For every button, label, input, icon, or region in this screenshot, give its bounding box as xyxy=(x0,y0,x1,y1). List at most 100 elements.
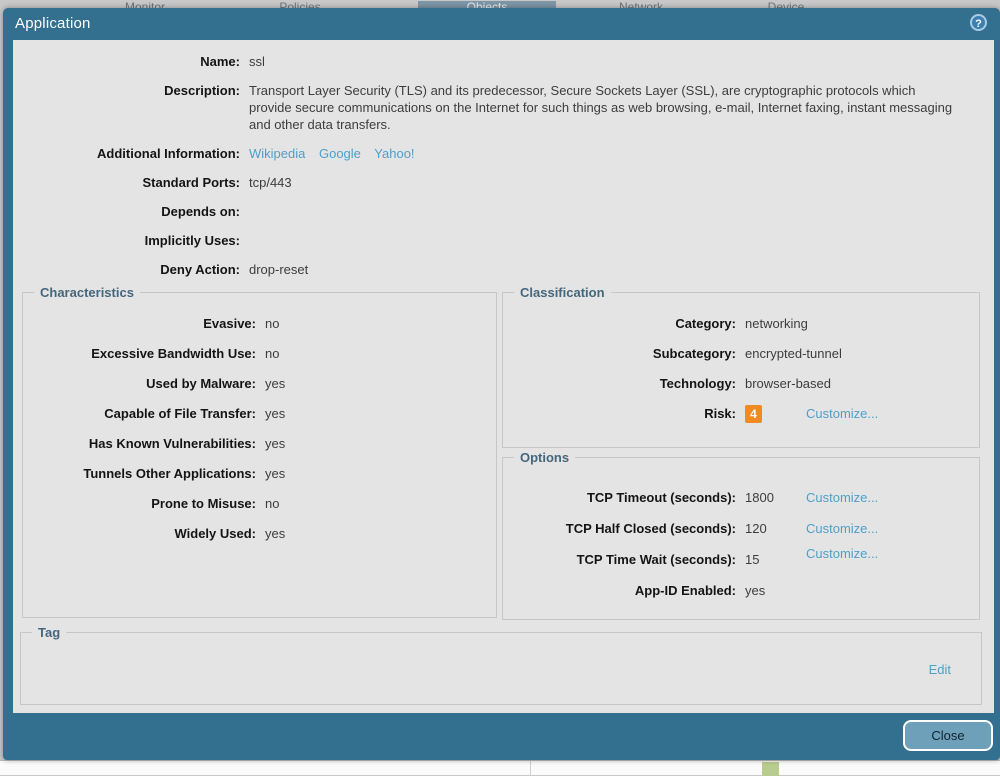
technology-value: browser-based xyxy=(745,376,831,391)
field-row-known-vulnerabilities: Has Known Vulnerabilities: yes xyxy=(23,435,496,453)
dialog-title: Application xyxy=(15,15,91,32)
tag-legend: Tag xyxy=(32,624,67,641)
tcp-timeout-value: 1800 xyxy=(745,490,774,505)
known-vulnerabilities-value: yes xyxy=(265,436,286,451)
tcp-time-wait-customize-link[interactable]: Customize... xyxy=(806,545,878,563)
field-row-technology: Technology: browser-based xyxy=(503,375,979,393)
google-link[interactable]: Google xyxy=(319,146,361,161)
background-tab-objects: Objects xyxy=(418,1,556,8)
risk-customize-link[interactable]: Customize... xyxy=(806,405,878,423)
widely-used-value: yes xyxy=(265,526,286,541)
subcategory-value: encrypted-tunnel xyxy=(745,346,842,361)
standard-ports-label: Standard Ports: xyxy=(142,175,240,190)
widely-used-label: Widely Used: xyxy=(174,526,256,541)
dialog-footer: Close xyxy=(3,713,1000,760)
risk-badge: 4 xyxy=(745,405,762,423)
tunnels-other-apps-value: yes xyxy=(265,466,286,481)
classification-legend: Classification xyxy=(514,284,611,301)
tcp-time-wait-label: TCP Time Wait (seconds): xyxy=(576,552,736,567)
close-button[interactable]: Close xyxy=(903,720,993,751)
description-label: Description: xyxy=(164,83,240,98)
wikipedia-link[interactable]: Wikipedia xyxy=(249,146,305,161)
options-legend: Options xyxy=(514,449,576,466)
deny-action-value: drop-reset xyxy=(249,262,309,277)
field-row-file-transfer: Capable of File Transfer: yes xyxy=(23,405,496,423)
field-row-widely-used: Widely Used: yes xyxy=(23,525,496,543)
tcp-half-closed-value: 120 xyxy=(745,521,767,536)
risk-label: Risk: xyxy=(704,406,736,421)
depends-on-label: Depends on: xyxy=(161,204,240,219)
field-row-subcategory: Subcategory: encrypted-tunnel xyxy=(503,345,979,363)
used-by-malware-value: yes xyxy=(265,376,286,391)
field-row-risk: Risk: 4 Customize... xyxy=(503,405,979,423)
field-row-depends-on: Depends on: xyxy=(13,203,994,220)
yahoo-link[interactable]: Yahoo! xyxy=(374,146,414,161)
file-transfer-value: yes xyxy=(265,406,286,421)
tcp-half-closed-customize-link[interactable]: Customize... xyxy=(806,520,878,538)
used-by-malware-label: Used by Malware: xyxy=(146,376,256,391)
background-tab-network: Network xyxy=(618,0,663,9)
technology-label: Technology: xyxy=(659,376,736,391)
evasive-value: no xyxy=(265,316,280,331)
app-id-enabled-label: App-ID Enabled: xyxy=(634,583,736,598)
excessive-bandwidth-value: no xyxy=(265,346,280,361)
prone-to-misuse-value: no xyxy=(265,496,280,511)
category-value: networking xyxy=(745,316,808,331)
background-green-cell xyxy=(762,762,779,776)
background-tab-strip: Monitor Policies Objects Network Device xyxy=(0,0,1000,8)
app-id-enabled-value: yes xyxy=(745,583,766,598)
tag-group: Tag Edit xyxy=(20,624,982,705)
known-vulnerabilities-label: Has Known Vulnerabilities: xyxy=(88,436,256,451)
tunnels-other-apps-label: Tunnels Other Applications: xyxy=(83,466,256,481)
options-group: Options TCP Timeout (seconds): 1800 Cust… xyxy=(502,449,980,620)
field-row-used-by-malware: Used by Malware: yes xyxy=(23,375,496,393)
background-tab-device: Device xyxy=(767,0,805,9)
tcp-timeout-customize-link[interactable]: Customize... xyxy=(806,489,878,507)
field-row-deny-action: Deny Action: drop-reset xyxy=(13,261,994,278)
dialog-header: Application ? xyxy=(3,8,1000,40)
deny-action-label: Deny Action: xyxy=(160,262,240,277)
field-row-app-id-enabled: App-ID Enabled: yes xyxy=(503,582,979,600)
application-dialog: Application ? Name: ssl Description: Tra… xyxy=(3,8,1000,760)
characteristics-group: Characteristics Evasive: no Excessive Ba… xyxy=(22,284,497,618)
standard-ports-value: tcp/443 xyxy=(249,175,292,190)
general-section: Name: ssl Description: Transport Layer S… xyxy=(13,53,994,290)
prone-to-misuse-label: Prone to Misuse: xyxy=(151,496,256,511)
description-value: Transport Layer Security (TLS) and its p… xyxy=(249,83,953,132)
category-label: Category: xyxy=(675,316,736,331)
background-tab-policies: Policies xyxy=(279,0,321,9)
additional-information-links: Wikipedia Google Yahoo! xyxy=(249,145,425,162)
characteristics-legend: Characteristics xyxy=(34,284,140,301)
dialog-body: Name: ssl Description: Transport Layer S… xyxy=(13,40,994,713)
field-row-tcp-half-closed: TCP Half Closed (seconds): 120 Customize… xyxy=(503,520,979,538)
tcp-timeout-label: TCP Timeout (seconds): xyxy=(586,490,736,505)
name-label: Name: xyxy=(200,54,240,69)
field-row-standard-ports: Standard Ports: tcp/443 xyxy=(13,174,994,191)
evasive-label: Evasive: xyxy=(203,316,256,331)
field-row-implicitly-uses: Implicitly Uses: xyxy=(13,232,994,249)
field-row-prone-to-misuse: Prone to Misuse: no xyxy=(23,495,496,513)
classification-group: Classification Category: networking Subc… xyxy=(502,284,980,448)
field-row-tunnels-other-apps: Tunnels Other Applications: yes xyxy=(23,465,496,483)
name-value: ssl xyxy=(249,54,265,69)
field-row-category: Category: networking xyxy=(503,315,979,333)
field-row-tcp-timeout: TCP Timeout (seconds): 1800 Customize... xyxy=(503,489,979,507)
background-tab-monitor: Monitor xyxy=(124,0,165,9)
tcp-time-wait-value: 15 xyxy=(745,552,760,567)
help-icon[interactable]: ? xyxy=(970,14,987,31)
subcategory-label: Subcategory: xyxy=(652,346,736,361)
additional-information-label: Additional Information: xyxy=(97,146,240,161)
background-table-sliver xyxy=(0,760,1000,776)
file-transfer-label: Capable of File Transfer: xyxy=(104,406,256,421)
tcp-half-closed-label: TCP Half Closed (seconds): xyxy=(565,521,736,536)
field-row-evasive: Evasive: no xyxy=(23,315,496,333)
field-row-tcp-time-wait: TCP Time Wait (seconds): 15 Customize... xyxy=(503,546,979,569)
implicitly-uses-label: Implicitly Uses: xyxy=(144,233,240,248)
field-row-name: Name: ssl xyxy=(13,53,994,70)
field-row-excessive-bandwidth: Excessive Bandwidth Use: no xyxy=(23,345,496,363)
field-row-additional-information: Additional Information: Wikipedia Google… xyxy=(13,145,994,162)
excessive-bandwidth-label: Excessive Bandwidth Use: xyxy=(91,346,256,361)
background-column-divider xyxy=(530,761,531,776)
field-row-description: Description: Transport Layer Security (T… xyxy=(13,82,994,133)
tag-edit-link[interactable]: Edit xyxy=(929,661,951,678)
